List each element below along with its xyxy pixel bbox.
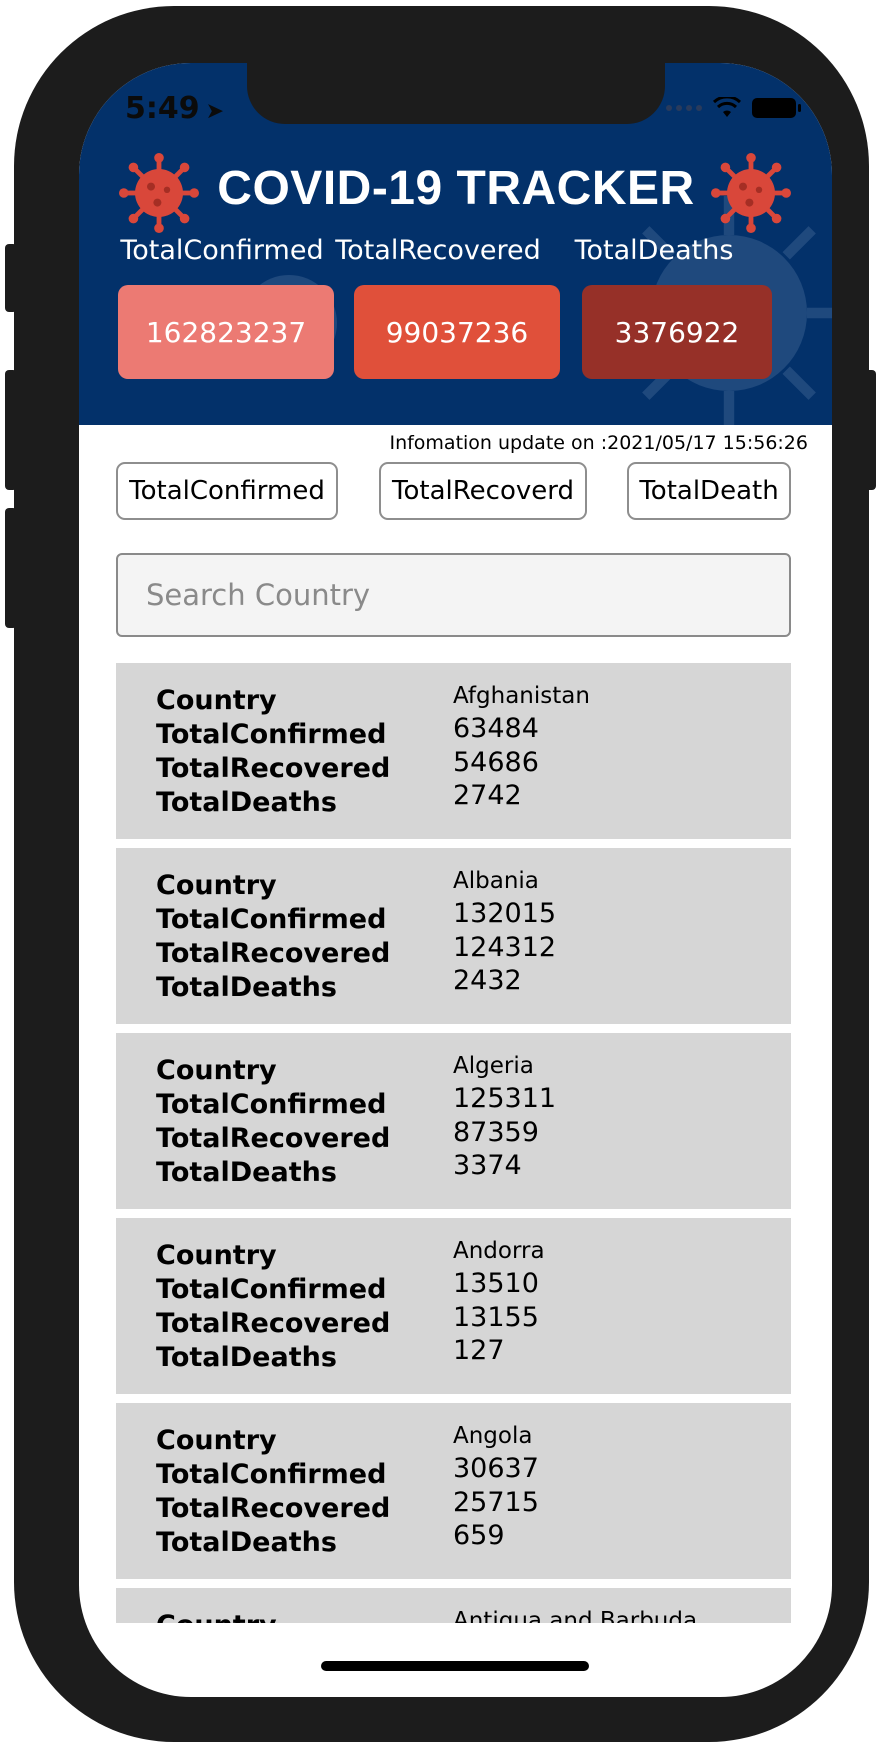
recovered-label: TotalRecovered [156, 1123, 391, 1154]
app-title: COVID-19 TRACKER [217, 162, 695, 215]
country-label: Country [156, 870, 277, 901]
confirmed-label: TotalConfirmed [156, 719, 387, 750]
country-label: Country [156, 1610, 277, 1623]
country-label: Country [156, 1055, 277, 1086]
deaths-label: TotalDeaths [156, 787, 337, 818]
country-card[interactable]: Country Angola TotalConfirmed 30637 TotalRec… [116, 1403, 791, 1579]
app-screen: 5:49 ➤ COVID-19 TRACKER TotalConfirmed T… [79, 63, 832, 1697]
country-name: Antigua and Barbuda [453, 1608, 698, 1623]
total-confirmed-label: TotalConfirmed [120, 235, 324, 266]
deaths-label: TotalDeaths [156, 972, 337, 1003]
recovered-label: TotalRecovered [156, 938, 391, 969]
virus-icon [711, 153, 791, 233]
recovered-label: TotalRecovered [156, 1308, 391, 1339]
recovered-value: 124312 [453, 932, 557, 963]
country-name: Angola [453, 1423, 533, 1449]
confirmed-value: 125311 [453, 1083, 557, 1114]
total-recovered-label: TotalRecovered [335, 235, 541, 266]
country-name: Andorra [453, 1238, 545, 1264]
country-card[interactable]: Country Algeria TotalConfirmed 125311 TotalR… [116, 1033, 791, 1209]
deaths-label: TotalDeaths [156, 1527, 337, 1558]
confirmed-label: TotalConfirmed [156, 1089, 387, 1120]
phone-frame: 5:49 ➤ COVID-19 TRACKER TotalConfirmed T… [14, 6, 869, 1742]
total-recovered-value: 99037236 [354, 285, 560, 379]
location-arrow-icon: ➤ [205, 99, 225, 124]
confirmed-label: TotalConfirmed [156, 1459, 387, 1490]
cellular-signal-icon [666, 105, 702, 111]
update-timestamp: Infomation update on :2021/05/17 15:56:2… [389, 432, 808, 454]
device-notch [247, 63, 665, 124]
recovered-value: 54686 [453, 747, 539, 778]
country-label: Country [156, 1240, 277, 1271]
deaths-label: TotalDeaths [156, 1157, 337, 1188]
status-time: 5:49 ➤ [125, 91, 225, 126]
title-row: COVID-19 TRACKER [79, 153, 832, 233]
recovered-value: 13155 [453, 1302, 539, 1333]
total-confirmed-value: 162823237 [118, 285, 334, 379]
deaths-value: 2432 [453, 965, 522, 996]
recovered-label: TotalRecovered [156, 753, 391, 784]
sort-deaths-button[interactable]: TotalDeath [627, 462, 791, 520]
recovered-value: 25715 [453, 1487, 539, 1518]
header: 5:49 ➤ COVID-19 TRACKER TotalConfirmed T… [79, 63, 832, 425]
confirmed-value: 30637 [453, 1453, 539, 1484]
confirmed-label: TotalConfirmed [156, 904, 387, 935]
home-indicator[interactable] [321, 1661, 589, 1671]
deaths-value: 659 [453, 1520, 505, 1551]
wifi-icon [712, 97, 742, 117]
country-card[interactable]: Country Andorra TotalConfirmed 13510 TotalRe… [116, 1218, 791, 1394]
status-indicators [666, 97, 801, 119]
deaths-value: 127 [453, 1335, 505, 1366]
virus-icon [119, 153, 199, 233]
confirmed-value: 132015 [453, 898, 557, 929]
country-name: Albania [453, 868, 539, 894]
recovered-label: TotalRecovered [156, 1493, 391, 1524]
deaths-label: TotalDeaths [156, 1342, 337, 1373]
country-label: Country [156, 1425, 277, 1456]
country-list[interactable]: Country Afghanistan TotalConfirmed 63484 Tot… [116, 663, 791, 1623]
total-deaths-value: 3376922 [582, 285, 772, 379]
battery-icon [752, 98, 801, 118]
country-name: Afghanistan [453, 683, 590, 709]
country-card[interactable]: CountryAntigua and BarbudaTotalConfirmed… [116, 1588, 791, 1623]
confirmed-label: TotalConfirmed [156, 1274, 387, 1305]
sort-confirmed-button[interactable]: TotalConfirmed [116, 462, 338, 520]
confirmed-value: 63484 [453, 713, 539, 744]
country-card[interactable]: Country Albania TotalConfirmed 132015 TotalR… [116, 848, 791, 1024]
search-country-input[interactable] [116, 553, 791, 637]
confirmed-value: 13510 [453, 1268, 539, 1299]
deaths-value: 2742 [453, 780, 522, 811]
recovered-value: 87359 [453, 1117, 539, 1148]
deaths-value: 3374 [453, 1150, 522, 1181]
stat-labels: TotalConfirmed TotalRecovered TotalDeath… [79, 235, 832, 275]
country-card[interactable]: Country Afghanistan TotalConfirmed 63484 Tot… [116, 663, 791, 839]
country-label: Country [156, 685, 277, 716]
country-name: Algeria [453, 1053, 534, 1079]
total-deaths-label: TotalDeaths [574, 235, 734, 266]
sort-recovered-button[interactable]: TotalRecoverd [379, 462, 587, 520]
